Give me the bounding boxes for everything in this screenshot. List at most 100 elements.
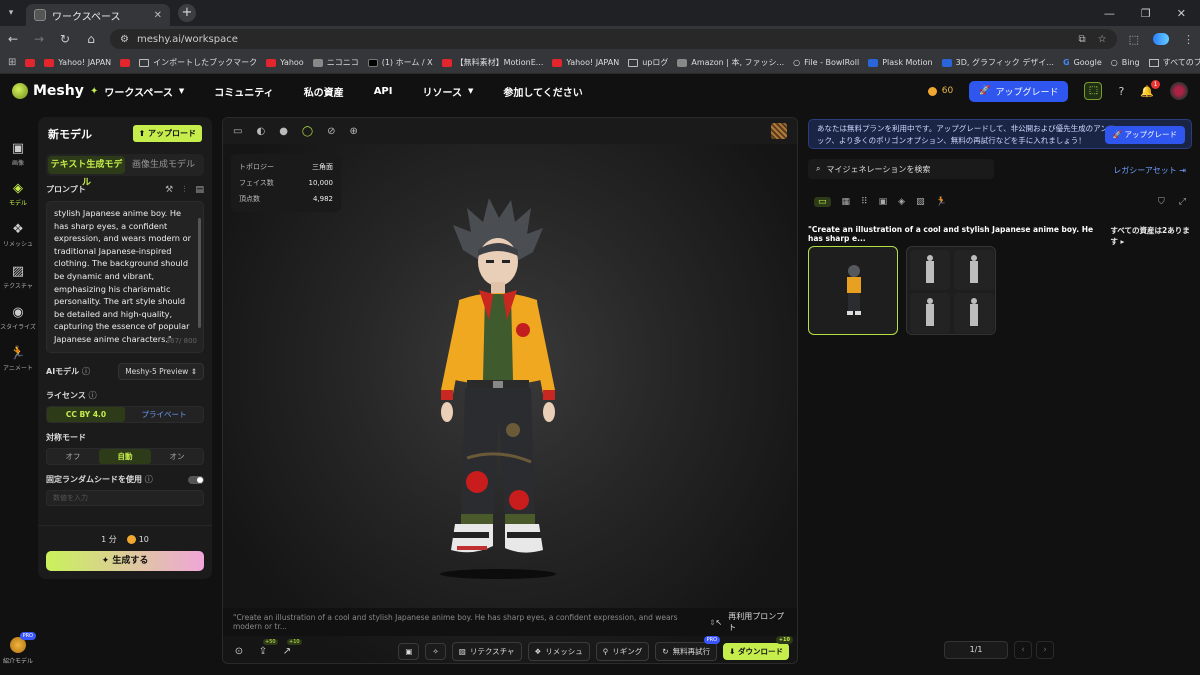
browser-menu-icon[interactable]: ⋮ <box>1183 33 1194 46</box>
browser-tab[interactable]: ワークスペース ✕ <box>26 4 170 26</box>
bookmark-bowlroll[interactable]: ○ File - BowlRoll <box>793 58 859 67</box>
prompt-textarea[interactable]: stylish Japanese anime boy. He has sharp… <box>46 201 204 353</box>
screenshot-button[interactable]: ▣ <box>398 642 420 660</box>
bookmark-yahoo-japan[interactable]: Yahoo! JAPAN <box>44 58 111 67</box>
split-icon[interactable]: ⫶ <box>183 185 185 195</box>
wireframe-icon[interactable]: ⊘ <box>327 126 335 137</box>
nav-community[interactable]: コミュニティ <box>214 84 273 99</box>
prompt-scrollbar[interactable] <box>198 218 201 328</box>
seed-toggle[interactable] <box>188 475 204 484</box>
generation-card-selected[interactable] <box>808 246 898 335</box>
bell-icon[interactable]: 🔔 1 <box>1140 79 1160 98</box>
environment-thumbnail[interactable] <box>771 123 787 139</box>
download-button[interactable]: ⬇ ダウンロード +10 <box>723 635 793 660</box>
bookmark-amazon[interactable]: Amazon | 本, ファッシ... <box>677 57 784 68</box>
reuse-prompt-button[interactable]: ↖ 再利用プロンプト <box>716 611 787 633</box>
bookmark-youtube[interactable] <box>25 58 36 67</box>
rigging-button[interactable]: ⚲ リギング <box>595 641 650 661</box>
rail-remesh[interactable]: ❖ リメッシュ <box>0 222 36 248</box>
seed-input[interactable]: 数値を入力 <box>46 490 204 506</box>
next-page-button[interactable]: › <box>1036 641 1054 659</box>
generate-button[interactable]: ✦ 生成する <box>46 551 204 571</box>
ai-model-select[interactable]: Meshy-5 Preview ⇕ <box>118 363 204 380</box>
magic-button[interactable]: ✧ <box>425 642 446 660</box>
nav-api[interactable]: API <box>374 86 393 97</box>
new-tab-button[interactable]: + <box>178 4 196 22</box>
symmetry-auto-option[interactable]: 自動 <box>99 449 151 464</box>
running-figure-icon[interactable]: 🏃 <box>936 197 947 207</box>
apps-grid-icon[interactable]: ⊞ <box>8 57 16 68</box>
back-icon[interactable]: ← <box>6 32 20 46</box>
bookmark-uplog[interactable]: upログ <box>628 57 668 68</box>
bookmark-niconico[interactable]: ニコニコ <box>312 57 359 68</box>
texture-icon[interactable]: ▨ <box>916 197 925 207</box>
all-assets-link[interactable]: すべての資産は2あります ▸ <box>1110 225 1192 247</box>
monitor-icon[interactable]: ▭ <box>233 126 242 137</box>
home-icon[interactable]: ⌂ <box>84 32 98 46</box>
bookmark-bing[interactable]: ○ Bing <box>1111 58 1140 67</box>
folder-icon[interactable]: ▭ <box>814 197 831 207</box>
generation-card-variants[interactable] <box>906 246 996 335</box>
install-app-icon[interactable]: ⧉ <box>1078 34 1085 45</box>
license-cc-option[interactable]: CC BY 4.0 <box>47 407 125 422</box>
rail-model[interactable]: ◈ モデル <box>0 181 36 207</box>
filter-icon[interactable]: ⛉ <box>1158 197 1165 207</box>
grid-icon[interactable]: ⊕ <box>350 126 358 137</box>
extensions-icon[interactable]: ⬚ <box>1129 33 1139 46</box>
tab-search-icon[interactable]: ▾ <box>0 8 22 18</box>
upload-button[interactable]: ⬆ アップロード <box>132 125 202 142</box>
texture-view-icon[interactable]: ◐ <box>256 126 265 137</box>
reload-icon[interactable]: ↻ <box>58 32 72 46</box>
close-window-icon[interactable]: ✕ <box>1177 7 1186 20</box>
symmetry-off-option[interactable]: オフ <box>47 449 99 464</box>
image-icon[interactable]: ▣ <box>879 197 888 207</box>
address-bar[interactable]: ⚙ meshy.ai/workspace ⧉ ☆ <box>110 29 1117 49</box>
tab-image-to-model[interactable]: 画像生成モデル <box>125 156 202 174</box>
refine-icon[interactable]: ⇪ +50 <box>255 638 278 657</box>
solid-view-icon[interactable]: ● <box>279 126 288 137</box>
tab-text-to-model[interactable]: テキスト生成モデル <box>48 156 125 188</box>
bookmark-plask[interactable]: Plask Motion <box>868 58 933 67</box>
bookmark-google[interactable]: G Google <box>1063 58 1102 67</box>
all-bookmarks[interactable]: すべてのブックマーク <box>1148 57 1200 68</box>
nav-join[interactable]: 参加してください <box>503 84 582 99</box>
banner-upgrade-button[interactable]: 🚀 アップグレード <box>1104 126 1185 144</box>
expand-icon[interactable]: ⤢ <box>1179 197 1186 207</box>
avatar[interactable] <box>1170 82 1188 100</box>
tab-close-icon[interactable]: ✕ <box>154 10 162 21</box>
bookmark-imported[interactable]: インポートしたブックマーク <box>139 57 257 68</box>
prev-page-button[interactable]: ‹ <box>1014 641 1032 659</box>
bookmark-star-icon[interactable]: ☆ <box>1098 34 1107 45</box>
free-retry-button[interactable]: ↻ 無料再試行 PRO <box>655 635 721 661</box>
rail-image[interactable]: ▣ 画像 <box>0 141 36 167</box>
dots-grid-icon[interactable]: ⠿ <box>861 197 868 207</box>
settings-icon[interactable]: ⊙ <box>231 646 247 657</box>
lighting-icon[interactable]: ◯ <box>302 126 313 137</box>
gift-icon[interactable]: ⬚ <box>1084 82 1103 100</box>
nav-resources[interactable]: リソース ▼ <box>422 84 473 99</box>
search-input[interactable]: ⌕ マイジェネレーションを検索 <box>808 159 994 179</box>
share-icon[interactable]: ↗ +10 <box>279 638 302 657</box>
rail-invite[interactable]: PRO 紹介モデル <box>0 632 36 665</box>
remesh-button[interactable]: ❖ リメッシュ <box>527 641 590 661</box>
model-viewport[interactable]: ▭ ◐ ● ◯ ⊘ ⊕ トポロジー 三角面 フェイス数 10,000 頂点数 4,98… <box>222 117 798 664</box>
nav-workspace[interactable]: ✦ ワークスペース ▼ <box>90 84 184 99</box>
upgrade-button[interactable]: 🚀 アップグレード <box>969 80 1069 102</box>
rail-texture[interactable]: ▨ テクスチャ <box>0 264 36 290</box>
forward-icon[interactable]: → <box>32 32 46 46</box>
retexture-button[interactable]: ▨ リテクスチャ <box>451 641 522 661</box>
site-info-icon[interactable]: ⚙ <box>120 34 129 45</box>
bookmark-3d[interactable]: 3D, グラフィック デザイ... <box>941 57 1054 68</box>
anime-boy-3d-model[interactable] <box>423 190 573 580</box>
profile-icon[interactable] <box>1153 33 1169 45</box>
rail-stylize[interactable]: ◉ スタイライズ <box>0 305 36 331</box>
bookmark-yahoo[interactable]: Yahoo <box>266 58 304 67</box>
bookmark-motion[interactable]: 【無料素材】MotionE... <box>441 57 543 68</box>
license-private-option[interactable]: プライベート <box>125 407 203 422</box>
bookmark-youtube-2[interactable] <box>120 58 131 67</box>
symmetry-on-option[interactable]: オン <box>151 449 203 464</box>
maximize-icon[interactable]: ❐ <box>1141 7 1151 20</box>
legacy-assets-link[interactable]: レガシーアセット ⇥ <box>1113 165 1186 176</box>
magic-wand-icon[interactable]: ⚒ <box>165 185 173 195</box>
history-icon[interactable]: ▤ <box>195 185 204 195</box>
